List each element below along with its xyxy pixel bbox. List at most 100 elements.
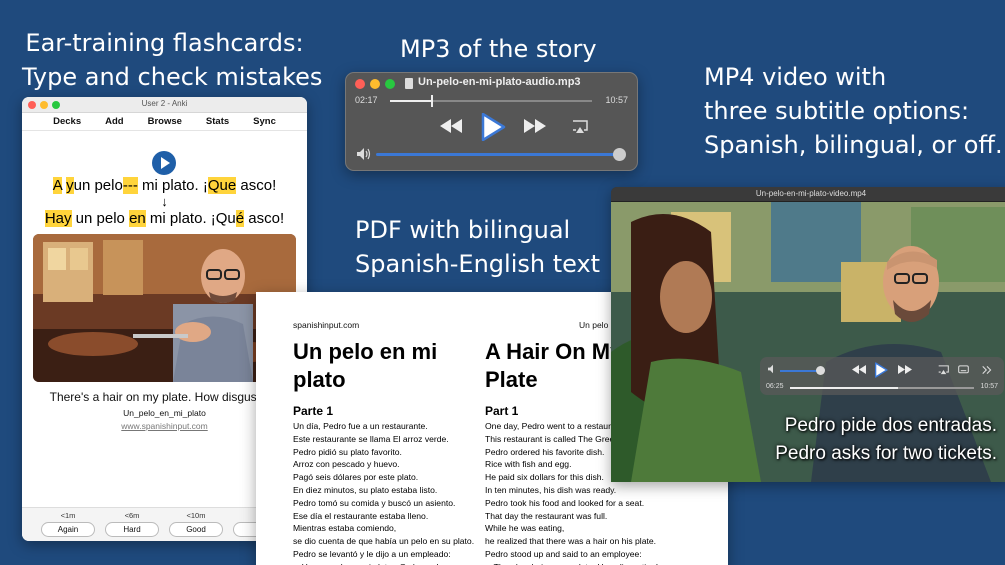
caption-line: PDF with bilingual [355, 216, 571, 244]
caption-anki: Ear-training flashcards: Type and check … [22, 26, 323, 94]
volume-icon [357, 148, 371, 160]
volume-slider[interactable] [780, 370, 820, 372]
caption-line: Spanish, bilingual, or off. [704, 131, 1003, 159]
more-chevron-icon[interactable] [982, 365, 992, 375]
caption-mp3: MP3 of the story [400, 35, 597, 63]
play-icon[interactable] [874, 362, 888, 378]
text-line: Este restaurante se llama El arroz verde… [293, 433, 449, 444]
fast-forward-icon[interactable] [524, 119, 546, 133]
text-line: That day the restaurant was full. [485, 510, 608, 521]
document-icon [405, 78, 413, 89]
volume-icon [768, 364, 773, 374]
good-button[interactable]: Good [169, 522, 223, 537]
fast-forward-icon[interactable] [898, 365, 912, 374]
again-button[interactable]: Again [41, 522, 95, 537]
play-audio-icon[interactable] [152, 151, 176, 175]
play-icon[interactable] [480, 113, 506, 141]
rewind-icon[interactable] [440, 119, 462, 133]
text-line: —There's a hair on my plate. How disgust… [485, 561, 658, 565]
correct-text: asco! [244, 210, 285, 227]
volume-slider[interactable] [376, 148, 626, 161]
due-label: <6m [124, 511, 140, 520]
site-header: Un pelo [579, 320, 609, 330]
text-line: Mientras estaba comiendo, [293, 523, 397, 534]
minimize-button[interactable] [370, 79, 380, 89]
caption-mp4: MP4 video with three subtitle options: S… [704, 60, 1003, 162]
answer-again: <1m Again [41, 511, 95, 537]
text-line: se dio cuenta de que había un pelo en su… [293, 536, 475, 547]
text-line: he realized that there was a hair on his… [485, 536, 657, 547]
text-line: While he was eating, [485, 523, 565, 534]
caption-line: Type and check mistakes [22, 63, 323, 91]
text-line: Pedro stood up and said to an employee: [485, 548, 642, 559]
seek-handle[interactable] [431, 95, 434, 107]
volume-handle[interactable] [816, 366, 825, 375]
answer-hard: <6m Hard [105, 511, 159, 537]
zoom-button[interactable] [385, 79, 395, 89]
correct-highlight: Hay [44, 210, 72, 227]
seek-bar[interactable] [390, 95, 592, 107]
typed-error: Que [207, 177, 237, 194]
spanish-title: Un pelo en mi plato [293, 338, 437, 394]
anki-toolbar: Decks Add Browse Stats Sync [22, 113, 307, 131]
typed-error: --- [122, 177, 138, 194]
mp4-player-window: Un-pelo-en-mi-plato-video.mp4 06:25 10:5… [611, 187, 1005, 482]
caption-line: Ear-training flashcards: [25, 29, 304, 57]
menu-sync[interactable]: Sync [253, 116, 276, 130]
spanish-text: Un día, Pedro fue a un restaurante. Este … [293, 420, 474, 565]
typed-error: A [52, 177, 62, 194]
hard-button[interactable]: Hard [105, 522, 159, 537]
menu-stats[interactable]: Stats [206, 116, 229, 130]
text-line: En diez minutos, su plato estaba listo. [293, 484, 438, 495]
correct-text: mi plato. ¡Qu [145, 210, 236, 227]
english-title: A Hair On My Plate [485, 338, 622, 394]
text-line: In ten minutes, his dish was ready. [485, 484, 617, 495]
rewind-icon[interactable] [852, 365, 866, 374]
current-time: 06:25 [766, 383, 784, 390]
text-line: Pedro pidió su plato favorito. [293, 446, 402, 457]
correct-text: un pelo [71, 210, 130, 227]
seek-progress [790, 387, 898, 389]
video-filename: Un-pelo-en-mi-plato-video.mp4 [755, 189, 867, 198]
english-subtitle: Pedro asks for two tickets. [775, 443, 997, 464]
close-button[interactable] [355, 79, 365, 89]
text-line: Arroz con pescado y huevo. [293, 459, 400, 470]
anki-titlebar: User 2 - Anki [22, 97, 307, 113]
total-time: 10:57 [605, 95, 628, 105]
due-label: <1m [60, 511, 76, 520]
title-line: Plate [485, 367, 538, 392]
menu-browse[interactable]: Browse [148, 116, 182, 130]
text-line: —Hay un pelo en mi plato. ¡Qué asco! [293, 561, 474, 565]
airplay-icon[interactable] [938, 365, 949, 375]
typed-text: un pelo [73, 177, 123, 194]
text-line: Un día, Pedro fue a un restaurante. [293, 421, 428, 431]
video-frame [611, 202, 1005, 482]
caption-line: three subtitle options: [704, 97, 970, 125]
text-line: Pedro took his food and looked for a sea… [485, 497, 645, 508]
correct-highlight: é [235, 210, 245, 227]
window-title: User 2 - Anki [141, 99, 188, 108]
spanish-subtitle: Pedro pide dos entradas. [784, 415, 997, 436]
caption-line: MP4 video with [704, 63, 887, 91]
menu-add[interactable]: Add [105, 116, 123, 130]
total-time: 10:57 [980, 383, 998, 390]
current-time: 02:17 [355, 95, 378, 105]
menu-decks[interactable]: Decks [53, 116, 81, 130]
site-header: spanishinput.com [293, 320, 360, 330]
title-line: Un pelo en mi [293, 339, 438, 364]
text-line: Pedro tomó su comida y buscó un asiento. [293, 497, 456, 508]
audio-filename: Un-pelo-en-mi-plato-audio.mp3 [418, 76, 581, 88]
spanish-part-heading: Parte 1 [293, 404, 334, 418]
down-arrow-icon: ↓ [161, 194, 168, 209]
typed-text: asco! [236, 177, 277, 194]
mp3-player-window: Un-pelo-en-mi-plato-audio.mp3 02:17 10:5… [345, 72, 638, 171]
volume-handle[interactable] [613, 148, 626, 161]
typed-error: y [66, 177, 74, 194]
seek-bar[interactable] [790, 387, 974, 389]
typed-answer: A yun pelo--- mi plato. ¡Que asco! [22, 177, 307, 194]
subtitles-icon[interactable] [958, 365, 969, 375]
airplay-icon[interactable] [572, 120, 588, 134]
caption-pdf: PDF with bilingual Spanish-English text [355, 213, 600, 281]
seek-progress [390, 100, 433, 102]
correct-highlight: en [129, 210, 146, 227]
